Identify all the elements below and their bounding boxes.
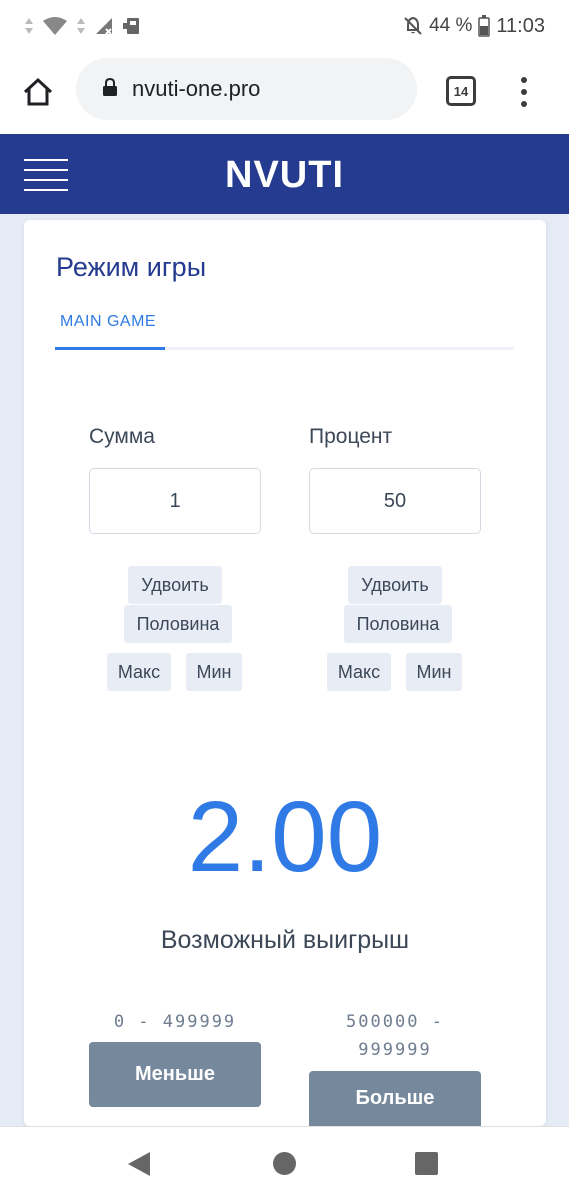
possible-win-multiplier: 2.00 — [187, 781, 383, 893]
percent-half-button[interactable]: Половина — [344, 605, 452, 643]
overflow-menu-icon[interactable] — [510, 72, 538, 112]
recent-apps-icon[interactable] — [415, 1152, 438, 1175]
site-header: NVUTI — [0, 134, 569, 214]
status-bar: 44 % 11:03 — [0, 0, 569, 52]
tab-active-indicator — [55, 347, 165, 350]
lower-range-text: 0 - 499999 — [113, 1012, 237, 1032]
signal-icon — [94, 16, 114, 36]
mute-bell-icon — [403, 16, 423, 36]
site-logo-title[interactable]: NVUTI — [0, 154, 569, 197]
home-icon — [23, 77, 53, 106]
back-icon[interactable] — [128, 1152, 150, 1176]
percent-min-button[interactable]: Мин — [406, 653, 462, 691]
percent-label: Процент — [309, 425, 393, 448]
url-text: nvuti-one.pro — [132, 76, 261, 101]
bet-lower-button[interactable]: Меньше — [89, 1042, 261, 1107]
sum-max-button[interactable]: Макс — [107, 653, 171, 691]
sum-half-button[interactable]: Половина — [124, 605, 232, 643]
status-left-icons — [24, 16, 140, 36]
higher-range-text-line2: 999999 — [358, 1040, 432, 1060]
lock-icon — [102, 77, 118, 102]
cast-icon — [122, 17, 140, 35]
sum-input[interactable]: 1 — [89, 468, 261, 534]
sum-min-button[interactable]: Мин — [186, 653, 242, 691]
wifi-icon — [42, 16, 68, 36]
battery-icon — [478, 15, 491, 37]
percent-max-button[interactable]: Макс — [327, 653, 391, 691]
sum-label: Сумма — [89, 425, 155, 448]
game-mode-title: Режим игры — [56, 252, 207, 282]
possible-win-label: Возможный выигрыш — [160, 926, 410, 954]
data-arrows-icon-2 — [76, 17, 86, 35]
sum-double-button[interactable]: Удвоить — [128, 566, 222, 604]
percent-double-button[interactable]: Удвоить — [348, 566, 442, 604]
battery-percent: 44 % — [429, 15, 473, 36]
home-circle-icon[interactable] — [273, 1152, 296, 1175]
percent-input[interactable]: 50 — [309, 468, 481, 534]
data-arrows-icon — [24, 17, 34, 35]
status-right: 44 % 11:03 — [403, 15, 545, 38]
tab-main-game[interactable]: MAIN GAME — [60, 313, 156, 331]
address-bar[interactable]: nvuti-one.pro — [76, 58, 417, 120]
system-nav-bar — [0, 1126, 569, 1200]
clock: 11:03 — [496, 14, 545, 37]
home-button[interactable] — [18, 72, 58, 112]
higher-range-text-line1: 500000 - — [346, 1012, 444, 1032]
game-card: Режим игры MAIN GAME Сумма 1 Удвоить Пол… — [24, 220, 546, 1126]
browser-toolbar: nvuti-one.pro 14 — [0, 52, 569, 132]
tab-switcher-button[interactable]: 14 — [446, 76, 476, 106]
bet-higher-button[interactable]: Больше — [309, 1071, 481, 1126]
